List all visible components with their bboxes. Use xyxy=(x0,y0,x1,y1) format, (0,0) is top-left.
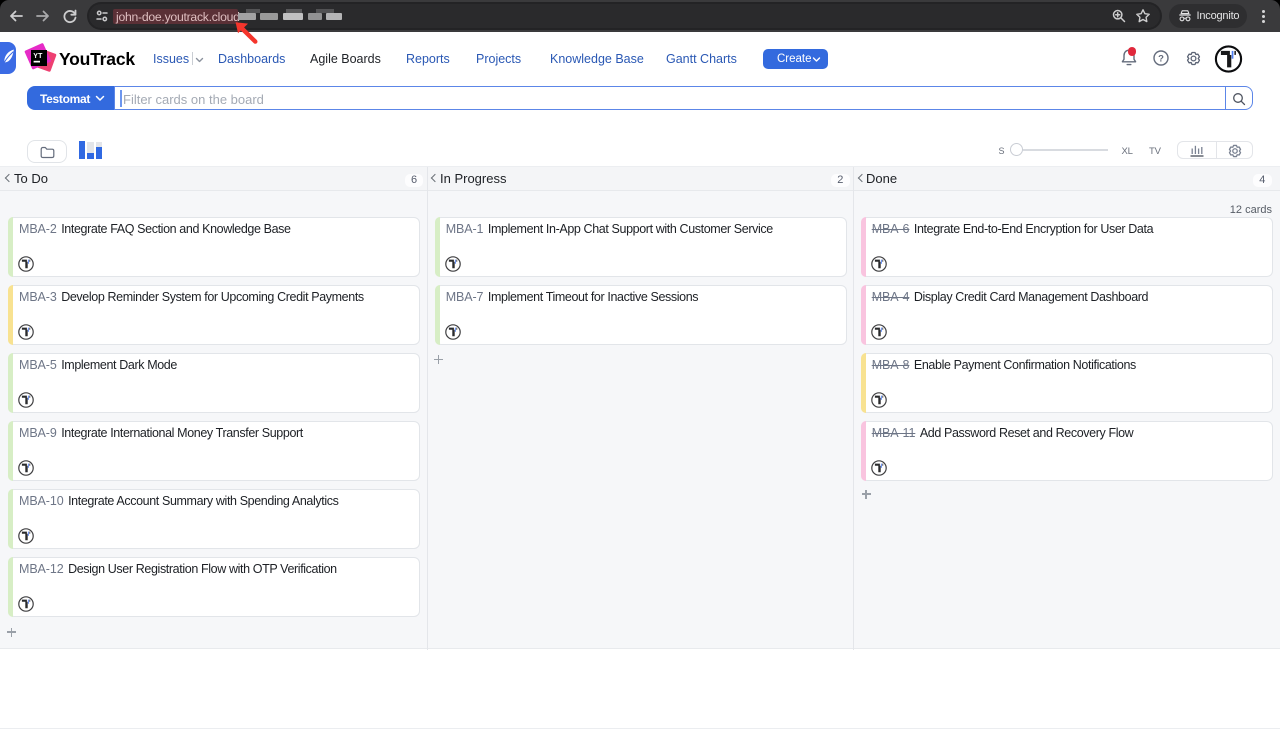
svg-text:?: ? xyxy=(1158,53,1164,64)
svg-text:YT: YT xyxy=(33,53,43,60)
